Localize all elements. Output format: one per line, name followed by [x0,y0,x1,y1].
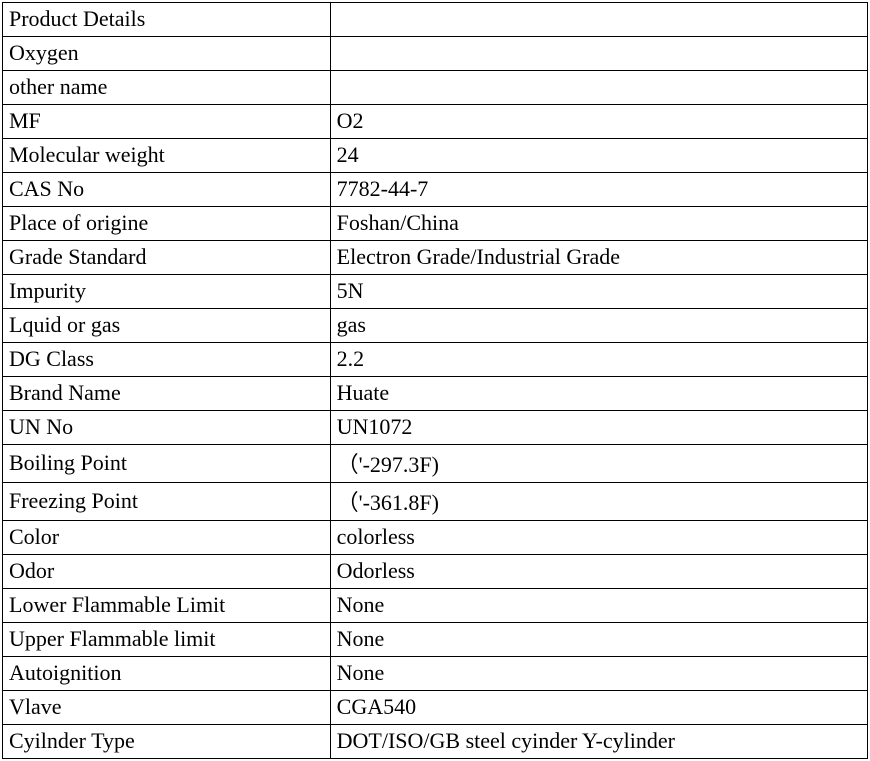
row-label: Odor [3,555,331,589]
table-row: Lquid or gas gas [3,309,868,343]
row-label: Vlave [3,691,331,725]
row-label: MF [3,105,331,139]
row-value: Odorless [330,555,867,589]
row-label: Product Details [3,3,331,37]
row-label: Molecular weight [3,139,331,173]
row-label: Autoignition [3,657,331,691]
row-value [330,71,867,105]
row-label: DG Class [3,343,331,377]
row-value: （'-361.8F) [330,483,867,521]
row-label: CAS No [3,173,331,207]
row-value [330,37,867,71]
table-row: Molecular weight 24 [3,139,868,173]
row-label: Lower Flammable Limit [3,589,331,623]
table-row: Autoignition None [3,657,868,691]
table-body: Product Details Oxygen other name MF O2 … [3,3,868,759]
row-value: Electron Grade/Industrial Grade [330,241,867,275]
row-value: Foshan/China [330,207,867,241]
row-label: Brand Name [3,377,331,411]
row-value: 5N [330,275,867,309]
table-row: Place of origine Foshan/China [3,207,868,241]
row-value: Huate [330,377,867,411]
table-row: Product Details [3,3,868,37]
table-row: Boiling Point （'-297.3F) [3,445,868,483]
row-label: Freezing Point [3,483,331,521]
row-label: Oxygen [3,37,331,71]
row-value: gas [330,309,867,343]
row-label: Color [3,521,331,555]
row-value: None [330,623,867,657]
row-value: None [330,589,867,623]
table-row: Vlave CGA540 [3,691,868,725]
row-value: O2 [330,105,867,139]
table-row: UN No UN1072 [3,411,868,445]
table-row: Upper Flammable limit None [3,623,868,657]
row-value: None [330,657,867,691]
table-row: Freezing Point （'-361.8F) [3,483,868,521]
table-row: other name [3,71,868,105]
row-label: Boiling Point [3,445,331,483]
row-value: 24 [330,139,867,173]
table-row: MF O2 [3,105,868,139]
table-row: Lower Flammable Limit None [3,589,868,623]
row-value: 2.2 [330,343,867,377]
table-row: Brand Name Huate [3,377,868,411]
row-value: UN1072 [330,411,867,445]
row-value: CGA540 [330,691,867,725]
row-label: Cyilnder Type [3,725,331,759]
row-label: Grade Standard [3,241,331,275]
row-label: Place of origine [3,207,331,241]
row-value: colorless [330,521,867,555]
table-row: Impurity 5N [3,275,868,309]
table-row: DG Class 2.2 [3,343,868,377]
row-value: 7782-44-7 [330,173,867,207]
row-label: other name [3,71,331,105]
table-row: Grade Standard Electron Grade/Industrial… [3,241,868,275]
table-row: CAS No 7782-44-7 [3,173,868,207]
table-row: Cyilnder Type DOT/ISO/GB steel cyinder Y… [3,725,868,759]
row-label: Upper Flammable limit [3,623,331,657]
table-row: Oxygen [3,37,868,71]
row-value: DOT/ISO/GB steel cyinder Y-cylinder [330,725,867,759]
row-label: UN No [3,411,331,445]
row-label: Impurity [3,275,331,309]
product-details-table: Product Details Oxygen other name MF O2 … [2,2,868,759]
row-value: （'-297.3F) [330,445,867,483]
table-row: Color colorless [3,521,868,555]
row-value [330,3,867,37]
table-row: Odor Odorless [3,555,868,589]
row-label: Lquid or gas [3,309,331,343]
